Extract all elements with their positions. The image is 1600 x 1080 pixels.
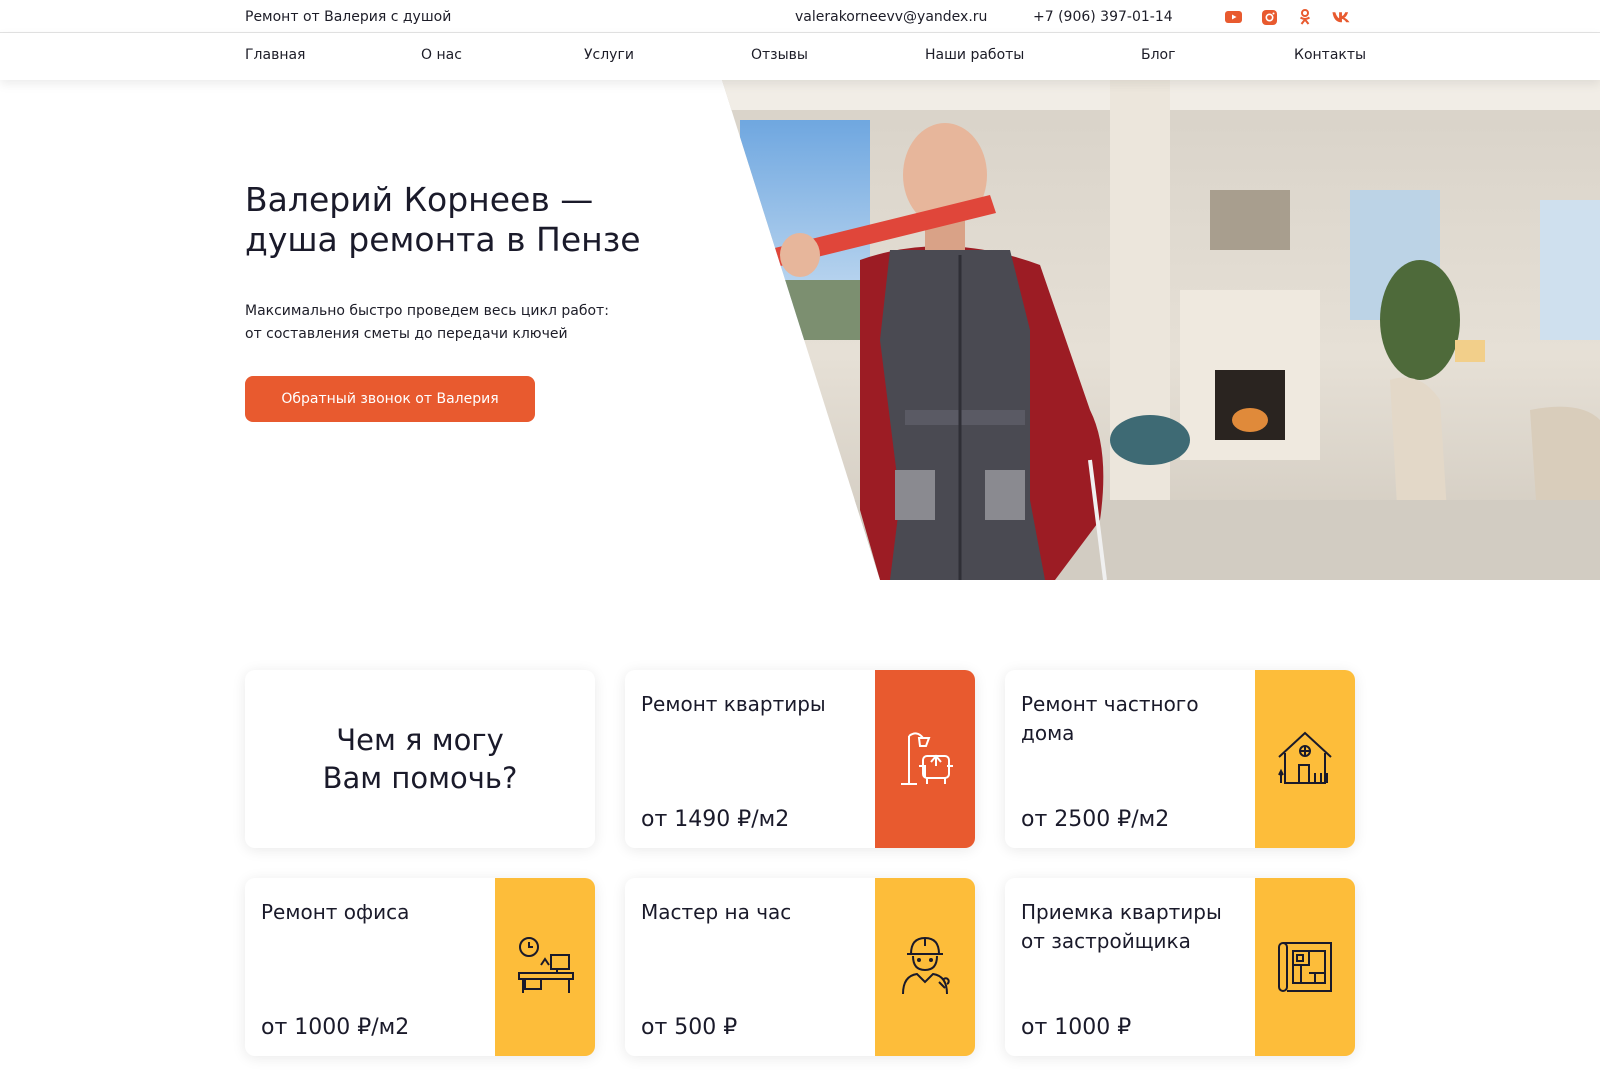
main-nav: Главная О нас Услуги Отзывы Наши работы … [0, 33, 1600, 80]
nav-item-about[interactable]: О нас [421, 47, 462, 63]
house-icon [1275, 727, 1335, 791]
armchair-lamp-icon [895, 726, 955, 792]
services-intro-title: Чем я могу Вам помочь? [323, 721, 518, 797]
hero-subtitle-line-2: от составления сметы до передачи ключей [245, 326, 568, 342]
service-icon-panel [1255, 670, 1355, 848]
service-card-house[interactable]: Ремонт частного дома от 2500 ₽/м2 [1005, 670, 1355, 848]
service-title: Приемка квартиры от застройщика [1021, 900, 1222, 953]
service-title: Ремонт частного дома [1021, 692, 1199, 745]
service-title: Ремонт квартиры [641, 692, 826, 716]
hero-subtitle: Максимально быстро проведем весь цикл ра… [245, 300, 645, 346]
services-intro-line-1: Чем я могу [336, 723, 504, 757]
nav-item-services[interactable]: Услуги [584, 47, 634, 63]
service-price: от 1000 ₽/м2 [261, 1015, 410, 1040]
service-icon-panel [495, 878, 595, 1056]
service-title: Мастер на час [641, 900, 792, 924]
worker-icon [897, 934, 953, 1000]
service-title: Ремонт офиса [261, 900, 410, 924]
nav-item-works[interactable]: Наши работы [925, 47, 1024, 63]
service-card-apartment[interactable]: Ремонт квартиры от 1490 ₽/м2 [625, 670, 975, 848]
hero-title-line-2: душа ремонта в Пензе [245, 220, 641, 259]
hero-title-line-1: Валерий Корнеев — [245, 180, 594, 219]
services-intro-line-2: Вам помочь? [322, 761, 518, 795]
instagram-icon[interactable] [1260, 8, 1278, 26]
social-links [1224, 8, 1350, 26]
service-icon-panel [1255, 878, 1355, 1056]
email-link[interactable]: valerakorneevv@yandex.ru [795, 9, 987, 25]
nav-item-contacts[interactable]: Контакты [1294, 47, 1366, 63]
hero-subtitle-line-1: Максимально быстро проведем весь цикл ра… [245, 303, 609, 319]
service-price: от 2500 ₽/м2 [1021, 807, 1170, 832]
service-icon-panel [875, 670, 975, 848]
phone-link[interactable]: +7 (906) 397-01-14 [1033, 9, 1173, 25]
service-price: от 1000 ₽ [1021, 1015, 1132, 1040]
odnoklassniki-icon[interactable] [1296, 8, 1314, 26]
service-price: от 500 ₽ [641, 1015, 738, 1040]
service-price: от 1490 ₽/м2 [641, 807, 790, 832]
hero-photo [0, 80, 1600, 580]
office-desk-icon [515, 935, 575, 999]
top-bar: Ремонт от Валерия с душой valerakorneevv… [0, 0, 1600, 33]
blueprint-icon [1275, 935, 1335, 999]
youtube-icon[interactable] [1224, 8, 1242, 26]
nav-item-blog[interactable]: Блог [1141, 47, 1175, 63]
callback-button[interactable]: Обратный звонок от Валерия [245, 376, 535, 422]
service-icon-panel [875, 878, 975, 1056]
services-intro-card: Чем я могу Вам помочь? [245, 670, 595, 848]
brand-name[interactable]: Ремонт от Валерия с душой [245, 9, 451, 25]
service-card-office[interactable]: Ремонт офиса от 1000 ₽/м2 [245, 878, 595, 1056]
service-card-acceptance[interactable]: Приемка квартиры от застройщика от 1000 … [1005, 878, 1355, 1056]
nav-item-home[interactable]: Главная [245, 47, 305, 63]
vk-icon[interactable] [1332, 8, 1350, 26]
hero-title: Валерий Корнеев — душа ремонта в Пензе [245, 180, 665, 260]
nav-item-reviews[interactable]: Отзывы [751, 47, 808, 63]
service-card-handyman[interactable]: Мастер на час от 500 ₽ [625, 878, 975, 1056]
